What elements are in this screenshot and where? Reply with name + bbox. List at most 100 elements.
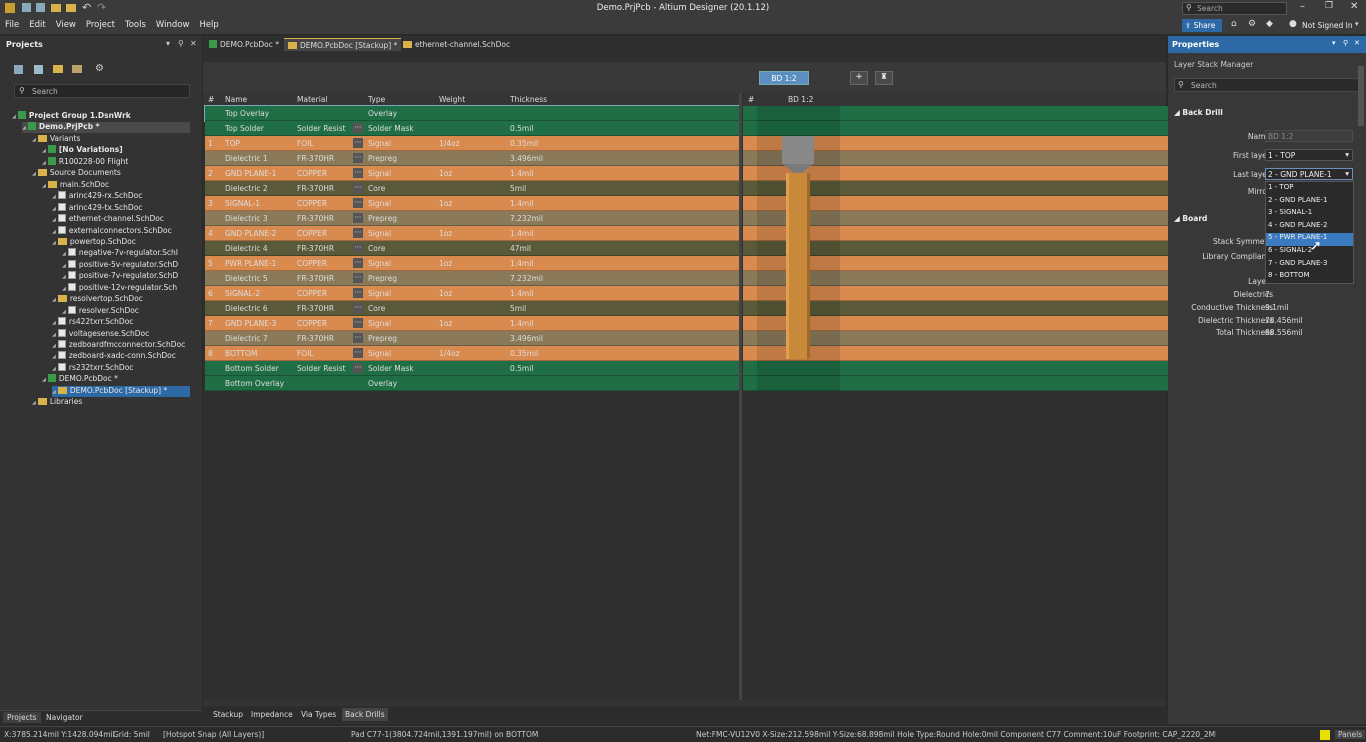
share-button[interactable]: ⇪ Share xyxy=(1182,19,1222,32)
cell-material[interactable]: COPPER xyxy=(297,289,327,298)
cell-weight[interactable]: 1oz xyxy=(439,319,452,328)
expand-arrow-icon[interactable]: ◢ xyxy=(62,251,66,257)
minimize-button[interactable]: – xyxy=(1300,1,1305,12)
stack-row[interactable]: 6 SIGNAL-2 COPPER Signal 1oz 1.4mil ⋯ xyxy=(205,286,739,301)
undo-icon[interactable]: ↶ xyxy=(82,1,91,14)
tree-item[interactable]: ◢ DEMO.PcbDoc * xyxy=(42,374,118,385)
cell-type[interactable]: Signal xyxy=(368,139,391,148)
cell-name[interactable]: Dielectric 4 xyxy=(225,244,268,253)
expand-arrow-icon[interactable]: ◢ xyxy=(32,400,36,406)
cell-type[interactable]: Solder Mask xyxy=(368,364,414,373)
material-picker-button[interactable]: ⋯ xyxy=(353,318,363,328)
dropdown-option[interactable]: 2 - GND PLANE-1 xyxy=(1266,196,1353,209)
tree-item[interactable]: ◢ Project Group 1.DsnWrk xyxy=(12,111,131,122)
expand-arrow-icon[interactable]: ◢ xyxy=(62,263,66,269)
expand-arrow-icon[interactable]: ◢ xyxy=(52,297,56,303)
cell-thickness[interactable]: 1.4mil xyxy=(510,259,533,268)
tree-item[interactable]: ◢ arinc429-tx.SchDoc xyxy=(52,202,142,214)
material-picker-button[interactable]: ⋯ xyxy=(353,153,363,163)
cell-type[interactable]: Signal xyxy=(368,169,391,178)
tree-item[interactable]: ◢ voltagesense.SchDoc xyxy=(52,328,149,340)
cell-thickness[interactable]: 5mil xyxy=(510,304,526,313)
expand-arrow-icon[interactable]: ◢ xyxy=(12,114,16,120)
cell-type[interactable]: Core xyxy=(368,244,385,253)
menu-tools[interactable]: Tools xyxy=(120,17,151,33)
tree-item[interactable]: ◢ R100228-00 Flight xyxy=(42,156,128,168)
cell-num[interactable]: 1 xyxy=(208,139,213,148)
cell-type[interactable]: Prepreg xyxy=(368,334,397,343)
sign-in-link[interactable]: Not Signed In xyxy=(1302,21,1353,30)
stack-row[interactable]: Dielectric 6 FR-370HR Core 5mil ⋯ xyxy=(205,301,739,316)
cell-type[interactable]: Solder Mask xyxy=(368,124,414,133)
cell-type[interactable]: Core xyxy=(368,304,385,313)
tree-item[interactable]: ◢ zedboard-xadc-conn.SchDoc xyxy=(52,351,176,362)
settings-icon[interactable]: ⚙ xyxy=(95,63,104,74)
col-type[interactable]: Type xyxy=(368,95,385,104)
cell-thickness[interactable]: 3.496mil xyxy=(510,334,543,343)
tree-item[interactable]: ◢ resolvertop.SchDoc xyxy=(52,294,143,305)
cell-type[interactable]: Signal xyxy=(368,319,391,328)
cell-name[interactable]: Dielectric 5 xyxy=(225,274,268,283)
expand-arrow-icon[interactable]: ◢ xyxy=(52,194,56,200)
tree-item[interactable]: ◢ zedboardfmcconnector.SchDoc xyxy=(52,340,185,351)
stack-row[interactable]: Dielectric 5 FR-370HR Prepreg 7.232mil ⋯ xyxy=(205,271,739,286)
cell-material[interactable]: Solder Resist xyxy=(297,124,346,133)
cell-num[interactable]: 4 xyxy=(208,229,213,238)
cell-thickness[interactable]: 5mil xyxy=(510,184,526,193)
cell-material[interactable]: FR-370HR xyxy=(297,184,334,193)
cell-type[interactable]: Overlay xyxy=(368,379,397,388)
col-thickness[interactable]: Thickness xyxy=(510,95,547,104)
cell-name[interactable]: Bottom Overlay xyxy=(225,379,284,388)
tree-item[interactable]: ◢ arinc429-rx.SchDoc xyxy=(52,191,142,202)
expand-arrow-icon[interactable]: ◢ xyxy=(42,183,46,189)
tree-item[interactable]: ◢ positive-7v-regulator.SchD xyxy=(62,271,178,282)
cell-thickness[interactable]: 1.4mil xyxy=(510,229,533,238)
board-section[interactable]: ◢ Board xyxy=(1174,214,1207,223)
cell-type[interactable]: Prepreg xyxy=(368,214,397,223)
compile-icon[interactable] xyxy=(34,65,43,74)
pin-icon[interactable]: ⚲ xyxy=(1343,39,1348,47)
cell-type[interactable]: Overlay xyxy=(368,109,397,118)
splitter[interactable] xyxy=(739,93,742,705)
cell-material[interactable]: COPPER xyxy=(297,229,327,238)
expand-arrow-icon[interactable]: ◢ xyxy=(52,206,56,212)
expand-arrow-icon[interactable]: ◢ xyxy=(62,309,66,315)
cell-material[interactable]: FR-370HR xyxy=(297,304,334,313)
save-icon[interactable] xyxy=(22,3,31,12)
expand-arrow-icon[interactable]: ◢ xyxy=(62,274,66,280)
open-project-icon[interactable] xyxy=(66,4,76,12)
tab-demo-pcbdoc[interactable]: DEMO.PcbDoc * xyxy=(205,38,283,51)
pin-icon[interactable]: ⚲ xyxy=(178,39,184,48)
stack-row[interactable]: 7 GND PLANE-3 COPPER Signal 1oz 1.4mil ⋯ xyxy=(205,316,739,331)
chevron-down-icon[interactable]: ▾ xyxy=(1355,20,1359,28)
tab-stackup[interactable]: DEMO.PcbDoc [Stackup] * xyxy=(284,38,402,51)
stack-row[interactable]: Bottom Overlay Overlay xyxy=(205,376,739,391)
stack-row[interactable]: 4 GND PLANE-2 COPPER Signal 1oz 1.4mil ⋯ xyxy=(205,226,739,241)
tree-item[interactable]: ◢ rs232txrr.SchDoc xyxy=(52,362,133,374)
cell-weight[interactable]: 1oz xyxy=(439,169,452,178)
cell-type[interactable]: Prepreg xyxy=(368,274,397,283)
cell-name[interactable]: TOP xyxy=(225,139,240,148)
stack-row[interactable]: Dielectric 2 FR-370HR Core 5mil ⋯ xyxy=(205,181,739,196)
cell-name[interactable]: Bottom Solder xyxy=(225,364,279,373)
stack-row[interactable]: Dielectric 3 FR-370HR Prepreg 7.232mil ⋯ xyxy=(205,211,739,226)
cell-thickness[interactable]: 7.232mil xyxy=(510,274,543,283)
cell-weight[interactable]: 1oz xyxy=(439,289,452,298)
menu-edit[interactable]: Edit xyxy=(24,17,50,33)
cell-name[interactable]: Top Overlay xyxy=(225,109,269,118)
cell-num[interactable]: 7 xyxy=(208,319,213,328)
cell-name[interactable]: PWR PLANE-1 xyxy=(225,259,276,268)
expand-arrow-icon[interactable]: ◢ xyxy=(52,217,56,223)
stack-row[interactable]: 8 BOTTOM FOIL Signal 1/4oz 0.35mil ⋯ xyxy=(205,346,739,361)
cell-name[interactable]: Dielectric 1 xyxy=(225,154,268,163)
dropdown-option[interactable]: 3 - SIGNAL-1 xyxy=(1266,208,1353,221)
material-picker-button[interactable]: ⋯ xyxy=(353,228,363,238)
material-picker-button[interactable]: ⋯ xyxy=(353,168,363,178)
cell-type[interactable]: Prepreg xyxy=(368,154,397,163)
cell-name[interactable]: Dielectric 7 xyxy=(225,334,268,343)
menu-window[interactable]: Window xyxy=(151,17,195,33)
cell-type[interactable]: Signal xyxy=(368,289,391,298)
tab-navigator[interactable]: Navigator xyxy=(42,712,87,723)
tree-item[interactable]: ◢ Source Documents xyxy=(32,168,121,179)
material-picker-button[interactable]: ⋯ xyxy=(353,303,363,313)
